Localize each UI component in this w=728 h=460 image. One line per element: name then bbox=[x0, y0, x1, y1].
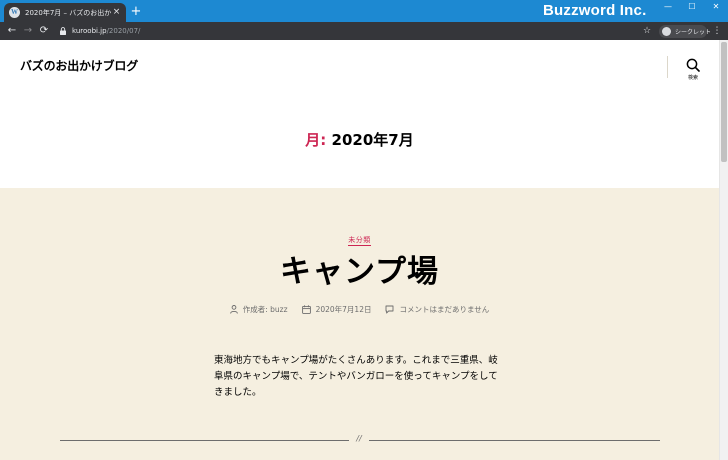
user-icon bbox=[229, 305, 238, 314]
post-excerpt: 東海地方でもキャンプ場がたくさんあります。これまで三重県、岐阜県のキャンプ場で、… bbox=[214, 355, 498, 398]
post-author-link[interactable]: 作成者: buzz bbox=[243, 304, 288, 315]
post-author: 作成者: buzz bbox=[229, 304, 288, 315]
bookmark-star-icon[interactable]: ☆ bbox=[641, 24, 653, 38]
url-host: kuroobi.jp bbox=[72, 27, 107, 35]
tab-title: 2020年7月 – バズのお出かけブログ bbox=[25, 8, 111, 17]
scrollbar-thumb[interactable] bbox=[721, 42, 727, 162]
search-toggle-button[interactable]: 検索 bbox=[680, 58, 706, 84]
header-divider bbox=[667, 56, 668, 78]
separator-mark: // bbox=[349, 434, 369, 444]
maximize-button[interactable]: ☐ bbox=[680, 0, 704, 14]
forward-button[interactable]: → bbox=[21, 24, 35, 38]
site-title-link[interactable]: バズのお出かけブログ bbox=[20, 57, 138, 74]
browser-toolbar: ← → ⟳ kuroobi.jp/2020/07/ ☆ シークレット ⋮ bbox=[0, 22, 728, 40]
address-bar[interactable]: kuroobi.jp/2020/07/ bbox=[56, 24, 656, 38]
search-label: 検索 bbox=[687, 75, 698, 81]
post-date: 2020年7月12日 bbox=[301, 304, 372, 315]
category-link[interactable]: 未分類 bbox=[348, 236, 371, 246]
archive-title-text: 2020年7月 bbox=[331, 131, 414, 149]
search-icon bbox=[686, 58, 700, 72]
brand-watermark: Buzzword Inc. bbox=[543, 2, 647, 19]
url-path: /2020/07/ bbox=[106, 27, 141, 35]
wordpress-favicon-icon: W bbox=[9, 7, 20, 18]
post-meta: 作成者: buzz 2020年7月12日 コメントはまだありません bbox=[0, 304, 719, 315]
post-category: 未分類 bbox=[0, 227, 719, 246]
url-text: kuroobi.jp/2020/07/ bbox=[72, 24, 140, 38]
minimize-button[interactable]: — bbox=[656, 0, 680, 14]
archive-title: 月: 2020年7月 bbox=[0, 129, 719, 150]
comment-icon bbox=[386, 305, 394, 314]
page-scrollbar[interactable] bbox=[719, 40, 728, 460]
browser-titlebar: W 2020年7月 – バズのお出かけブログ × + Buzzword Inc.… bbox=[0, 0, 728, 22]
site-header: バズのお出かけブログ 検索 月: 2020年7月 bbox=[0, 40, 719, 188]
calendar-icon bbox=[301, 305, 311, 314]
new-tab-button[interactable]: + bbox=[129, 4, 143, 20]
post-comments-link[interactable]: コメントはまだありません bbox=[399, 304, 489, 315]
close-window-button[interactable]: ✕ bbox=[704, 0, 728, 14]
back-button[interactable]: ← bbox=[5, 24, 19, 38]
browser-tab-active[interactable]: W 2020年7月 – バズのお出かけブログ × bbox=[4, 3, 126, 22]
post-comments: コメントはまだありません bbox=[385, 304, 489, 315]
page-viewport: バズのお出かけブログ 検索 月: 2020年7月 未分類 キャンプ場 作成者: … bbox=[0, 40, 728, 460]
incognito-icon bbox=[662, 27, 671, 36]
reload-button[interactable]: ⟳ bbox=[37, 24, 51, 38]
incognito-badge[interactable]: シークレット bbox=[659, 25, 711, 38]
post-title-link[interactable]: キャンプ場 bbox=[0, 246, 719, 291]
post-entry: 未分類 キャンプ場 作成者: buzz 2020年7月12日 コメントはまだあり… bbox=[0, 188, 719, 460]
incognito-label: シークレット bbox=[675, 29, 712, 36]
lock-icon bbox=[60, 27, 66, 35]
post-date-link[interactable]: 2020年7月12日 bbox=[316, 304, 372, 315]
archive-title-prefix: 月: bbox=[305, 131, 327, 149]
browser-menu-button[interactable]: ⋮ bbox=[712, 24, 722, 38]
tab-close-icon[interactable]: × bbox=[111, 8, 122, 17]
